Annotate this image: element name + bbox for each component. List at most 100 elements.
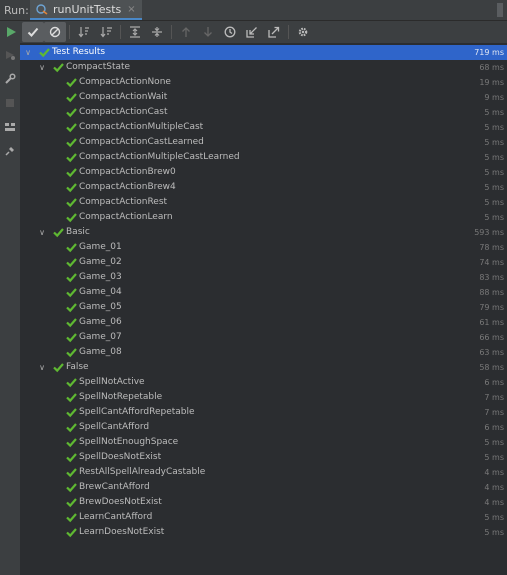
tree-test-row[interactable]: Game_03 83 ms [20,270,507,285]
sort-duration-icon[interactable] [95,22,117,42]
tree-test-row[interactable]: Game_05 79 ms [20,300,507,315]
sort-alpha-icon[interactable] [73,22,95,42]
toolbar-separator [120,25,121,39]
close-tab-icon[interactable]: × [127,4,135,15]
tab-run-unit-tests[interactable]: runUnitTests × [30,0,142,20]
passed-check-icon [66,167,77,178]
test-name: LearnCantAfford [79,512,153,522]
test-name: Game_01 [79,242,122,252]
export-icon[interactable] [263,22,285,42]
tree-test-row[interactable]: SpellDoesNotExist 5 ms [20,450,507,465]
previous-icon[interactable] [175,22,197,42]
test-name: LearnDoesNotExist [79,527,165,537]
test-duration: 5 ms [484,528,504,537]
show-passed-icon[interactable] [22,22,44,42]
test-name: Game_05 [79,302,122,312]
tree-suite[interactable]: ∨ False 58 ms [20,360,507,375]
import-icon[interactable] [241,22,263,42]
tree-test-row[interactable]: CompactActionCast 5 ms [20,105,507,120]
test-duration: 4 ms [484,483,504,492]
passed-check-icon [66,302,77,313]
tree-test-row[interactable]: CompactActionWait 9 ms [20,90,507,105]
tree-suite[interactable]: ∨ Basic 593 ms [20,225,507,240]
test-duration: 9 ms [484,93,504,102]
test-duration: 5 ms [484,168,504,177]
tree-test-row[interactable]: CompactActionMultipleCastLearned 5 ms [20,150,507,165]
passed-check-icon [66,272,77,283]
tree-suite[interactable]: ∨ CompactState 68 ms [20,60,507,75]
test-name: Game_08 [79,347,122,357]
test-name: CompactActionMultipleCastLearned [79,152,240,162]
test-duration: 88 ms [479,288,504,297]
tree-test-row[interactable]: SpellNotRepetable 7 ms [20,390,507,405]
passed-check-icon [66,197,77,208]
chevron-down-icon[interactable]: ∨ [37,60,47,75]
tree-test-row[interactable]: Game_01 78 ms [20,240,507,255]
test-run-icon [36,4,48,15]
test-name: Test Results [52,47,106,57]
test-name: CompactActionCastLearned [79,137,204,147]
tree-test-row[interactable]: BrewDoesNotExist 4 ms [20,495,507,510]
next-icon[interactable] [197,22,219,42]
tree-root-test-results[interactable]: ∨ Test Results 719 ms [20,45,507,60]
tree-test-row[interactable]: CompactActionCastLearned 5 ms [20,135,507,150]
history-icon[interactable] [219,22,241,42]
tree-test-row[interactable]: CompactActionNone 19 ms [20,75,507,90]
passed-check-icon [66,497,77,508]
tree-test-row[interactable]: CompactActionBrew0 5 ms [20,165,507,180]
tree-test-row[interactable]: CompactActionMultipleCast 5 ms [20,120,507,135]
passed-check-icon [66,422,77,433]
tree-test-row[interactable]: RestAllSpellAlreadyCastable 4 ms [20,465,507,480]
test-name: RestAllSpellAlreadyCastable [79,467,206,477]
stop-icon[interactable] [0,91,20,115]
chevron-down-icon[interactable]: ∨ [37,225,47,240]
tree-test-row[interactable]: SpellCantAfford 6 ms [20,420,507,435]
test-name: CompactActionCast [79,107,168,117]
test-name: Game_04 [79,287,122,297]
expand-all-icon[interactable] [124,22,146,42]
tree-test-row[interactable]: Game_08 63 ms [20,345,507,360]
test-duration: 5 ms [484,138,504,147]
tree-test-row[interactable]: SpellNotEnoughSpace 5 ms [20,435,507,450]
toolbar-separator [69,25,70,39]
tree-test-row[interactable]: LearnDoesNotExist 5 ms [20,525,507,540]
test-name: CompactState [66,62,131,72]
passed-check-icon [66,152,77,163]
passed-check-icon [66,107,77,118]
tree-test-row[interactable]: LearnCantAfford 5 ms [20,510,507,525]
layout-icon[interactable] [0,115,20,139]
run-icon[interactable] [0,22,22,42]
chevron-down-icon[interactable]: ∨ [37,360,47,375]
show-ignored-icon[interactable] [44,22,66,42]
rerun-failed-icon[interactable] [0,43,20,67]
tree-test-row[interactable]: SpellCantAffordRepetable 7 ms [20,405,507,420]
tree-test-row[interactable]: SpellNotActive 6 ms [20,375,507,390]
pin-icon[interactable] [0,139,20,163]
test-duration: 593 ms [474,228,504,237]
test-name: SpellNotEnoughSpace [79,437,179,447]
tree-test-row[interactable]: Game_04 88 ms [20,285,507,300]
test-duration: 4 ms [484,468,504,477]
tree-test-row[interactable]: BrewCantAfford 4 ms [20,480,507,495]
test-name: CompactActionLearn [79,212,173,222]
test-duration: 74 ms [479,258,504,267]
test-duration: 6 ms [484,423,504,432]
wrench-icon[interactable] [0,67,20,91]
tree-test-row[interactable]: Game_06 61 ms [20,315,507,330]
test-duration: 58 ms [479,363,504,372]
toolbar-separator [288,25,289,39]
test-duration: 719 ms [474,48,504,57]
collapse-all-icon[interactable] [146,22,168,42]
tree-test-row[interactable]: Game_02 74 ms [20,255,507,270]
tree-test-row[interactable]: CompactActionBrew4 5 ms [20,180,507,195]
tree-test-row[interactable]: Game_07 66 ms [20,330,507,345]
passed-check-icon [66,467,77,478]
passed-check-icon [66,392,77,403]
options-handle[interactable] [497,3,503,17]
settings-icon[interactable] [292,22,314,42]
chevron-down-icon[interactable]: ∨ [23,45,33,60]
test-name: SpellNotRepetable [79,392,163,402]
tree-test-row[interactable]: CompactActionLearn 5 ms [20,210,507,225]
tree-test-row[interactable]: CompactActionRest 5 ms [20,195,507,210]
test-duration: 19 ms [479,78,504,87]
